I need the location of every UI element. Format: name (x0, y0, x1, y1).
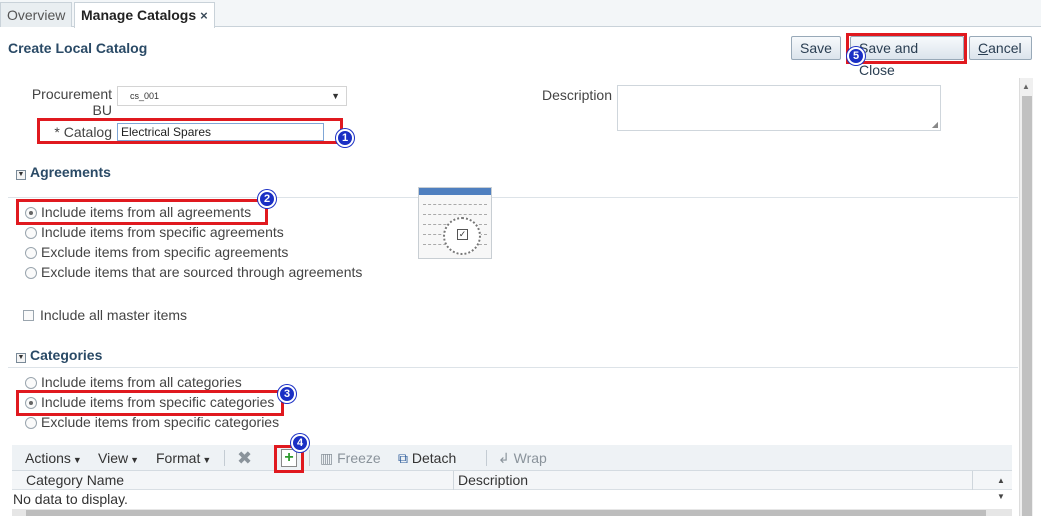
include-master-items-row[interactable]: Include all master items (23, 305, 187, 325)
table-header: Category Name Description (12, 471, 1012, 490)
scroll-up-icon[interactable]: ▲ (1022, 82, 1030, 91)
chevron-down-icon: ▼ (72, 455, 82, 465)
loading-indicator-icon: ✓ (418, 187, 492, 259)
tab-manage-catalogs-label: Manage Catalogs (81, 7, 197, 23)
procurement-bu-select[interactable]: cs_001 ▼ (117, 86, 347, 106)
radio-button[interactable] (25, 377, 37, 389)
callout-badge-2: 2 (258, 190, 276, 208)
radio-button[interactable] (25, 227, 37, 239)
toolbar-separator (309, 450, 310, 466)
save-button[interactable]: Save (791, 36, 841, 60)
spinner-icon: ✓ (443, 217, 481, 255)
cancel-mnemonic: C (978, 40, 989, 56)
column-header-category-name[interactable]: Category Name (24, 471, 124, 490)
procurement-bu-label-line2: BU (92, 102, 112, 118)
wrap-text-icon: ↲ (498, 450, 510, 466)
radio-button[interactable] (25, 267, 37, 279)
include-master-items-label: Include all master items (40, 307, 188, 323)
horizontal-scrollbar[interactable] (12, 509, 1012, 516)
radio-button[interactable] (25, 417, 37, 429)
collapse-icon[interactable]: ▼ (16, 353, 26, 363)
categories-header[interactable]: ▼ Categories (16, 347, 102, 363)
radio-label: Exclude items that are sourced through a… (41, 264, 363, 280)
close-icon[interactable]: × (200, 8, 208, 23)
format-menu[interactable]: Format ▼ (156, 445, 211, 471)
empty-table-message: No data to display. (13, 491, 128, 507)
tab-manage-catalogs[interactable]: Manage Catalogs × (74, 2, 215, 28)
radio-label: Exclude items from specific categories (41, 414, 280, 430)
view-label: View (98, 450, 129, 466)
radio-specific-agreements[interactable]: Include items from specific agreements (25, 222, 284, 242)
categories-divider (8, 367, 1018, 368)
column-separator[interactable] (972, 471, 973, 490)
include-master-items-checkbox[interactable] (23, 310, 34, 321)
radio-label: Exclude items from specific agreements (41, 244, 289, 260)
categories-title: Categories (30, 347, 103, 363)
vertical-scrollbar[interactable]: ▲ (1019, 78, 1033, 516)
freeze-columns-icon: ▥ (320, 450, 334, 466)
toolbar-separator (486, 450, 487, 466)
description-label: Description (541, 87, 612, 103)
format-label: Format (156, 450, 201, 466)
delete-x-icon[interactable]: ✖ (237, 445, 252, 471)
page-title: Create Local Catalog (8, 40, 148, 56)
wrap-label: Wrap (513, 450, 547, 466)
table-scroll-up-icon[interactable]: ▲ (997, 476, 1005, 485)
radio-button[interactable] (25, 247, 37, 259)
detach-button[interactable]: ⧉ Detach (398, 445, 456, 471)
scroll-thumb[interactable] (1022, 96, 1032, 516)
loading-line (423, 214, 487, 215)
radio-all-categories[interactable]: Include items from all categories (25, 372, 242, 392)
agreements-divider (8, 197, 1018, 198)
description-textarea[interactable]: ◢ (617, 85, 941, 131)
loading-bar (419, 188, 491, 195)
actions-menu[interactable]: Actions ▼ (25, 445, 82, 471)
actions-label: Actions (25, 450, 71, 466)
view-menu[interactable]: View ▼ (98, 445, 139, 471)
chevron-down-icon: ▼ (331, 91, 340, 101)
detach-label: Detach (411, 450, 457, 466)
cancel-button[interactable]: Cancel (969, 36, 1032, 60)
table-scroll-down-icon[interactable]: ▼ (997, 492, 1005, 501)
callout-badge-1: 1 (336, 129, 354, 147)
resize-handle-icon[interactable]: ◢ (932, 120, 938, 129)
callout-box-catalog (37, 118, 343, 144)
tab-overview-label: Overview (7, 7, 66, 23)
tab-overview[interactable]: Overview (0, 2, 73, 27)
detach-table-icon: ⧉ (398, 450, 408, 466)
table-toolbar: Actions ▼ View ▼ Format ▼ ✖ + ▥ Freeze ⧉ De… (12, 445, 1012, 471)
callout-badge-4: 4 (291, 434, 309, 452)
radio-exclude-specific-agreements[interactable]: Exclude items from specific agreements (25, 242, 288, 262)
toolbar-separator (224, 450, 225, 466)
callout-badge-5: 5 (847, 47, 865, 65)
callout-badge-3: 3 (278, 385, 296, 403)
collapse-icon[interactable]: ▼ (16, 170, 26, 180)
column-header-description[interactable]: Description (456, 471, 528, 490)
chevron-down-icon: ▼ (202, 455, 212, 465)
freeze-button[interactable]: ▥ Freeze (320, 445, 381, 471)
agreements-header[interactable]: ▼ Agreements (16, 164, 111, 180)
callout-box-all-agreements (16, 199, 268, 225)
column-separator[interactable] (453, 471, 454, 490)
checkbox-icon: ✓ (457, 229, 468, 240)
wrap-button[interactable]: ↲ Wrap (498, 445, 547, 471)
loading-line (423, 204, 487, 205)
procurement-bu-value: cs_001 (130, 91, 160, 101)
tab-bar: Overview Manage Catalogs × (0, 0, 1041, 28)
chevron-down-icon: ▼ (130, 455, 140, 465)
cancel-label-rest: ancel (988, 40, 1022, 56)
radio-label: Include items from specific agreements (41, 224, 284, 240)
freeze-label: Freeze (337, 450, 381, 466)
procurement-bu-label: Procurement BU (20, 86, 112, 118)
agreements-title: Agreements (30, 164, 111, 180)
scroll-thumb[interactable] (26, 510, 986, 516)
radio-exclude-sourced-agreements[interactable]: Exclude items that are sourced through a… (25, 262, 362, 282)
callout-box-specific-categories (16, 390, 284, 416)
radio-label: Include items from all categories (41, 374, 242, 390)
procurement-bu-label-line1: Procurement (31, 86, 112, 102)
